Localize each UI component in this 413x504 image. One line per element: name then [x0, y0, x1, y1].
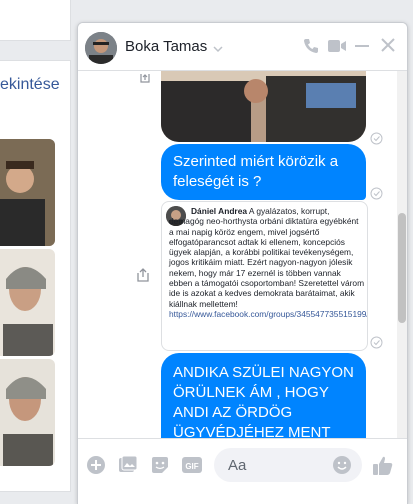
background-photo-2[interactable]	[0, 249, 55, 356]
sticker-icon[interactable]	[150, 455, 170, 480]
contact-name[interactable]: Boka Tamas	[125, 38, 207, 55]
chevron-down-icon[interactable]	[213, 40, 223, 58]
background-photo-1[interactable]	[0, 139, 55, 246]
composer: GIF	[78, 438, 407, 504]
seen-check-icon	[370, 336, 383, 349]
preview-author: Dániel Andrea	[191, 206, 248, 216]
seen-check-icon	[370, 187, 383, 200]
video-camera-icon[interactable]	[327, 37, 347, 60]
message-input-container[interactable]	[214, 448, 362, 482]
thumbs-up-icon[interactable]	[372, 455, 394, 482]
emoji-icon[interactable]	[332, 455, 352, 480]
share-icon[interactable]	[139, 71, 151, 89]
background-card-top	[0, 0, 71, 41]
phone-icon[interactable]	[302, 37, 320, 60]
svg-text:GIF: GIF	[185, 462, 198, 471]
close-icon[interactable]	[380, 37, 396, 60]
share-icon[interactable]	[136, 267, 150, 288]
chat-header: Boka Tamas	[78, 23, 407, 71]
preview-body: A gyalázatos, korrupt, demagóg neo-horth…	[169, 206, 365, 309]
message-input[interactable]	[226, 456, 330, 475]
shared-post-preview[interactable]: Dániel Andrea A gyalázatos, korrupt, dem…	[161, 201, 368, 351]
gif-icon[interactable]: GIF	[181, 455, 203, 480]
message-bubble-outgoing[interactable]: ANDIKA SZÜLEI NAGYON ÖRÜLNEK ÁM , HOGY A…	[161, 353, 366, 438]
background-link[interactable]: ekintése	[0, 76, 60, 94]
seen-check-icon	[370, 132, 383, 145]
photo-message[interactable]	[161, 71, 366, 142]
preview-link[interactable]: https://www.facebook.com/groups/34554773…	[169, 309, 367, 319]
photo-icon[interactable]	[118, 455, 138, 480]
chat-window: Boka Tamas Szerinted miért körözik a fel…	[77, 22, 408, 504]
message-bubble-outgoing[interactable]: Szerinted miért körözik a feleségét is ?	[161, 144, 366, 200]
message-list[interactable]: Szerinted miért körözik a feleségét is ?…	[78, 71, 407, 438]
preview-text: Dániel Andrea A gyalázatos, korrupt, dem…	[169, 206, 367, 319]
scrollbar-thumb[interactable]	[398, 213, 406, 323]
contact-avatar[interactable]	[85, 32, 117, 64]
minimize-icon[interactable]	[354, 37, 370, 60]
background-photo-3[interactable]	[0, 359, 55, 466]
plus-icon[interactable]	[86, 455, 106, 480]
